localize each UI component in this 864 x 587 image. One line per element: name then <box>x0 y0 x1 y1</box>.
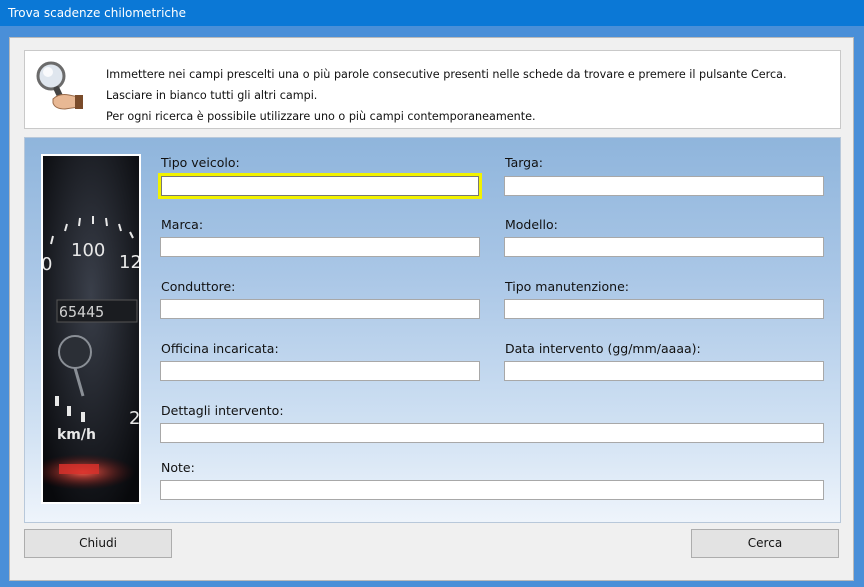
search-dialog: Immettere nei campi prescelti una o più … <box>9 37 854 581</box>
tipo-veicolo-label: Tipo veicolo: <box>161 155 240 170</box>
targa-label: Targa: <box>505 155 543 170</box>
search-fields-panel: 0 100 12 65445 2 km/h Tipo veicolo: <box>24 137 841 523</box>
search-button[interactable]: Cerca <box>691 529 839 558</box>
gauge-label: 12 <box>119 252 139 273</box>
data-intervento-field[interactable] <box>504 361 824 381</box>
dettagli-label: Dettagli intervento: <box>161 403 284 418</box>
modello-field[interactable] <box>504 237 824 257</box>
note-label: Note: <box>161 460 195 475</box>
modello-label: Modello: <box>505 217 558 232</box>
odometer-reading: 65445 <box>59 303 104 321</box>
marca-label: Marca: <box>161 217 204 232</box>
note-field[interactable] <box>160 480 824 500</box>
marca-field[interactable] <box>160 237 480 257</box>
tipo-manutenzione-label: Tipo manutenzione: <box>505 279 629 294</box>
instruction-line: Immettere nei campi prescelti una o più … <box>106 68 787 81</box>
tipo-manutenzione-field[interactable] <box>504 299 824 319</box>
instruction-line: Lasciare in bianco tutti gli altri campi… <box>106 89 318 102</box>
unit-label: km/h <box>57 427 96 443</box>
instructions-box: Immettere nei campi prescelti una o più … <box>24 50 841 129</box>
gauge-label: 2 <box>129 408 139 429</box>
window-title: Trova scadenze chilometriche <box>8 6 186 20</box>
speedometer-image: 0 100 12 65445 2 km/h <box>41 154 141 504</box>
window-titlebar[interactable]: Trova scadenze chilometriche <box>0 0 864 26</box>
dettagli-field[interactable] <box>160 423 824 443</box>
data-intervento-label: Data intervento (gg/mm/aaaa): <box>505 341 701 356</box>
officina-field[interactable] <box>160 361 480 381</box>
gauge-label: 0 <box>43 254 52 275</box>
conduttore-field[interactable] <box>160 299 480 319</box>
tipo-veicolo-field[interactable] <box>161 176 479 196</box>
magnifier-hand-icon <box>36 61 83 110</box>
close-button[interactable]: Chiudi <box>24 529 172 558</box>
officina-label: Officina incaricata: <box>161 341 279 356</box>
conduttore-label: Conduttore: <box>161 279 236 294</box>
instructions-text: Immettere nei campi prescelti una o più … <box>106 64 787 127</box>
targa-field[interactable] <box>504 176 824 196</box>
instruction-line: Per ogni ricerca è possibile utilizzare … <box>106 110 536 123</box>
gauge-label: 100 <box>71 240 105 261</box>
